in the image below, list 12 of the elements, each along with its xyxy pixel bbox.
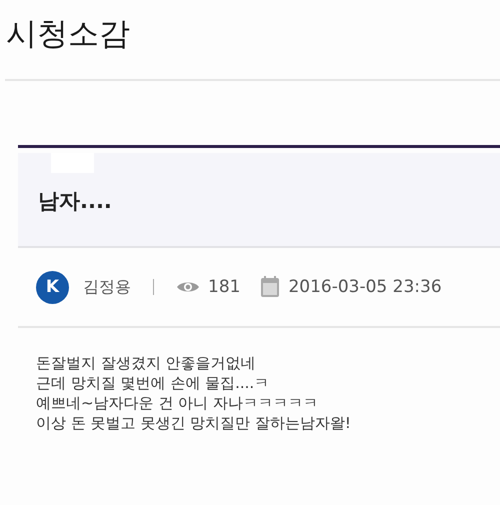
author-name: 김정용 [83,276,131,298]
post-title: 남자.... [38,188,113,215]
body-text-line: 예쁘네~남자다운 건 아니 자나ㅋㅋㅋㅋㅋ [36,393,319,413]
page-title: 시청소감 [5,15,131,54]
body-text-line: 근데 망치질 몇번에 손에 물집....ㅋ [36,373,270,393]
avatar-icon: K [36,270,69,304]
body-text-line: 이상 돈 못벌고 못생긴 망치질만 잘하는남자왈! [36,413,352,433]
view-count: 181 [208,277,240,297]
post-date: 2016-03-05 23:36 [288,277,442,297]
eye-icon [176,280,200,294]
body-text-line: 돈잘벌지 잘생겼지 안좋을거없네 [36,353,257,373]
calendar-icon [260,276,280,298]
